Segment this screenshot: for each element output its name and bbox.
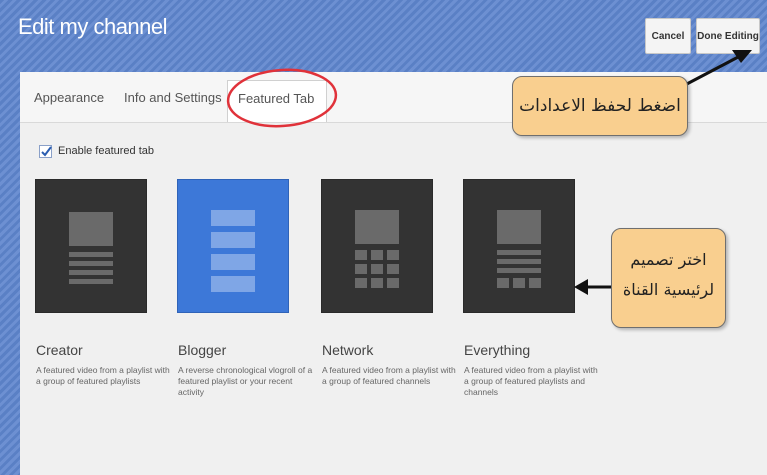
done-arrow-head [732,50,752,63]
done-arrow-line [682,53,743,88]
choose-layout-line2: لرئيسية القناة [622,280,715,299]
choose-layout-line1: اختر تصميم [630,250,707,269]
featured-tab-highlight-circle [226,68,338,128]
choose-layout-callout: اختر تصميم لرئيسية القناة [611,228,726,328]
save-settings-callout: اضغط لحفظ الاعدادات [512,76,688,136]
layout-arrow-head [574,279,588,295]
